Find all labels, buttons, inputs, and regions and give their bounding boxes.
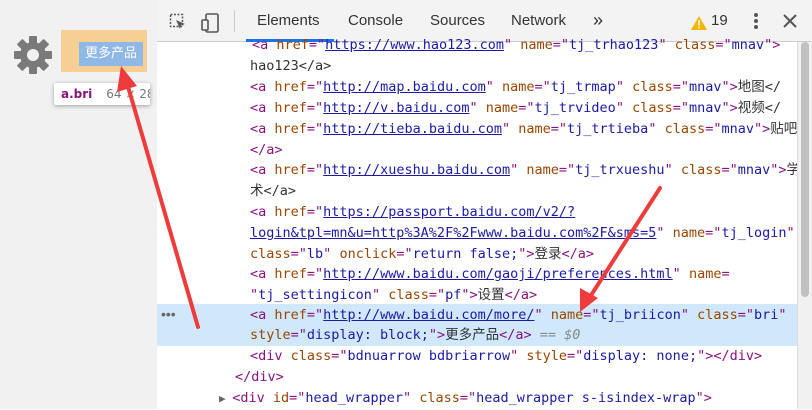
dom-line[interactable]: <a href="https://www.hao123.com" name="t… <box>252 35 780 56</box>
more-options-icon[interactable] <box>753 12 759 30</box>
inspect-element-icon[interactable] <box>169 13 187 31</box>
scrollbar-thumb[interactable] <box>801 42 809 297</box>
warning-icon[interactable] <box>691 16 707 30</box>
dom-line[interactable]: </div> <box>235 367 284 388</box>
gear-icon[interactable] <box>12 34 54 76</box>
dom-line[interactable]: login&tpl=mn&u=http%3A%2F%2Fwww.baidu.co… <box>250 223 795 244</box>
node-actions-dots[interactable]: ••• <box>161 306 176 322</box>
selected-dom-line[interactable]: <a href="http://www.baidu.com/more/" nam… <box>250 305 787 326</box>
dom-line[interactable]: <a href="http://www.baidu.com/gaoji/pref… <box>250 264 730 285</box>
dom-line[interactable]: hao123</a> <box>250 56 331 77</box>
more-products-link[interactable]: 更多产品 <box>79 42 143 66</box>
dom-tree[interactable]: ••• <a href="https://www.hao123.com" nam… <box>157 37 812 409</box>
dom-line[interactable]: <a href="http://xueshu.baidu.com" name="… <box>250 160 800 181</box>
dom-line[interactable]: 术</a> <box>250 181 296 202</box>
toolbar-divider <box>234 10 235 32</box>
selected-dom-line[interactable]: style="display: block;">更多产品</a> == $0 <box>250 325 580 346</box>
device-toolbar-icon[interactable] <box>201 13 221 33</box>
close-icon[interactable] <box>782 13 798 29</box>
dom-line[interactable]: <a href="https://passport.baidu.com/v2/? <box>250 202 575 223</box>
dom-line[interactable]: "tj_settingicon" class="pf">设置</a> <box>250 285 537 306</box>
page-preview-panel: 更多产品 a.bri 64 × 28 <box>0 0 157 409</box>
dom-line[interactable]: ▶ <div id="head_wrapper" class="head_wra… <box>219 388 712 409</box>
dom-line[interactable]: </a> <box>250 140 283 161</box>
dom-line[interactable]: <a href="http://tieba.baidu.com" name="t… <box>250 119 797 140</box>
dom-line[interactable]: <div class="bdnuarrow bdbriarrow" style=… <box>250 346 762 367</box>
dom-line[interactable]: class="lb" onclick="return false;">登录</a… <box>250 244 594 265</box>
expand-triangle-icon[interactable]: ▶ <box>219 392 232 405</box>
dom-line[interactable]: <a href="http://map.baidu.com" name="tj_… <box>250 77 781 98</box>
tooltip-dimensions: 64 × 28 <box>106 87 150 101</box>
element-inspect-tooltip: a.bri 64 × 28 <box>54 83 150 105</box>
dom-line[interactable]: <a href="http://v.baidu.com" name="tj_tr… <box>250 98 781 119</box>
tooltip-selector: a.bri <box>61 87 93 101</box>
